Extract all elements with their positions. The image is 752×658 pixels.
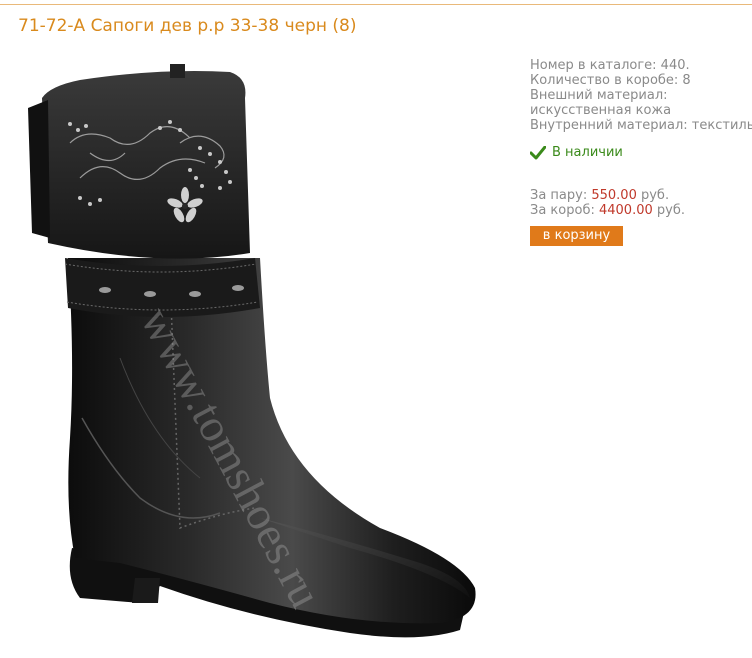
add-to-cart-button[interactable]: в корзину: [530, 226, 623, 246]
price-per-box-label: За короб:: [530, 203, 599, 218]
top-divider: [0, 4, 752, 5]
checkmark-icon: [530, 145, 546, 159]
stock-status-label: В наличии: [552, 145, 623, 160]
price-per-box: За короб: 4400.00 руб.: [530, 203, 752, 218]
price-per-pair-value: 550.00: [591, 188, 637, 203]
stock-status: В наличии: [530, 145, 752, 160]
outer-material-label: Внешний материал:: [530, 88, 668, 103]
catalog-number: Номер в каталоге: 440.: [530, 58, 690, 73]
outer-material-value: искусственная кожа: [530, 103, 672, 118]
product-photo: www.tomshoes.ru: [28, 64, 476, 638]
price-per-pair: За пару: 550.00 руб.: [530, 188, 752, 203]
price-block: За пару: 550.00 руб. За короб: 4400.00 р…: [530, 188, 752, 218]
inner-material: Внутренний материал: текстиль: [530, 118, 752, 133]
price-per-pair-label: За пару:: [530, 188, 592, 203]
product-info-panel: Номер в каталоге: 440. Количество в коро…: [530, 58, 752, 246]
price-per-pair-currency: руб.: [636, 188, 670, 203]
page-title: 71-72-А Сапоги дев р.р 33-38 черн (8): [18, 16, 357, 36]
price-per-box-currency: руб.: [652, 203, 685, 218]
box-quantity: Количество в коробе: 8: [530, 73, 691, 88]
price-per-box-value: 4400.00: [598, 203, 653, 218]
